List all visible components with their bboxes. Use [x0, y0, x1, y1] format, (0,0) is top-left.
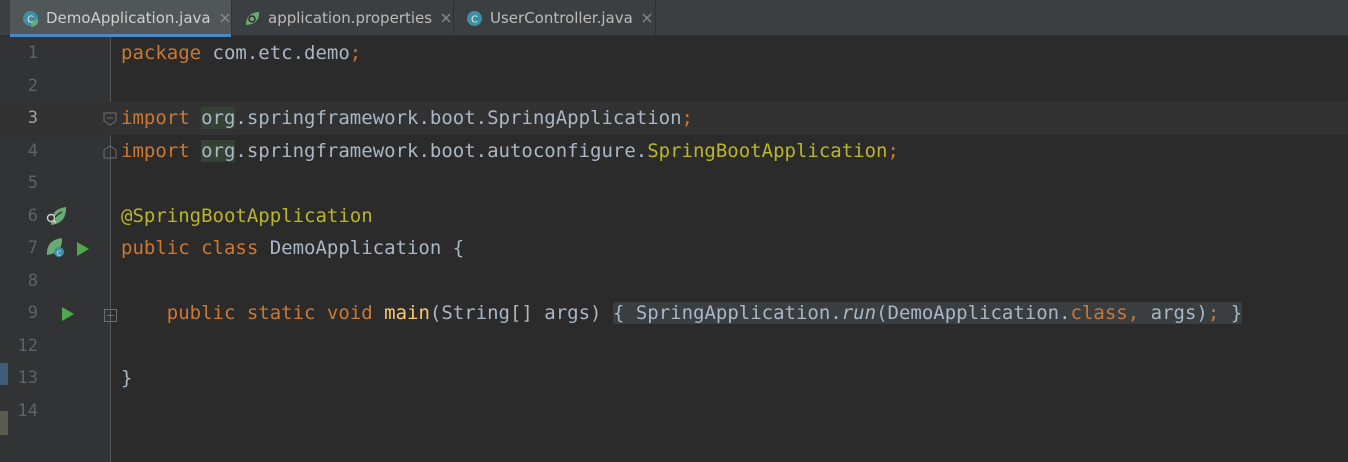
code-line[interactable]: 8 [0, 265, 1348, 298]
code-line[interactable]: 14 [0, 395, 1348, 428]
close-icon[interactable] [440, 12, 452, 24]
code-editor[interactable]: 1 package com.etc.demo; 2 3 import org.s… [0, 37, 1348, 462]
close-icon[interactable] [219, 12, 231, 24]
fold-end-icon[interactable] [103, 144, 117, 163]
editor-tab-bar: C DemoApplication.java application.prope… [0, 0, 1348, 37]
svg-text:C: C [57, 250, 62, 258]
line-code: } [121, 367, 133, 389]
folded-region[interactable]: { SpringApplication.run(DemoApplication.… [612, 302, 1243, 324]
spring-bean-search-icon[interactable] [45, 205, 67, 231]
line-number: 4 [27, 140, 38, 161]
code-line[interactable]: 9 public static void main(String[] args)… [0, 297, 1348, 330]
code-line[interactable]: 5 [0, 167, 1348, 200]
spring-run-icon[interactable]: C [45, 237, 67, 263]
line-number: 12 [17, 335, 38, 356]
line-number: 13 [17, 368, 38, 388]
code-line[interactable]: 12 [0, 330, 1348, 363]
code-line-current[interactable]: 3 import org.springframework.boot.Spring… [0, 102, 1348, 135]
code-line[interactable]: 7 C public class DemoApplication { [0, 232, 1348, 265]
fold-icon[interactable] [103, 111, 117, 130]
code-line[interactable]: 4 import org.springframework.boot.autoco… [0, 135, 1348, 168]
spring-class-icon: C [22, 10, 39, 27]
code-line[interactable]: 13 } [0, 362, 1348, 395]
code-line[interactable]: 1 package com.etc.demo; [0, 37, 1348, 70]
line-number: 6 [27, 205, 38, 226]
line-code: import org.springframework.boot.SpringAp… [121, 107, 693, 129]
tab-label: DemoApplication.java [46, 9, 211, 27]
svg-text:C: C [471, 14, 478, 25]
run-icon[interactable] [61, 306, 75, 325]
line-number: 8 [27, 270, 38, 291]
line-code: import org.springframework.boot.autoconf… [121, 139, 899, 162]
line-number: 1 [27, 43, 38, 63]
line-code: @SpringBootApplication [121, 204, 373, 227]
line-code: package com.etc.demo; [121, 42, 362, 64]
tab-user-controller[interactable]: C UserController.java [454, 0, 656, 36]
tab-application-properties[interactable]: application.properties [232, 0, 454, 36]
tab-demo-application[interactable]: C DemoApplication.java [10, 0, 232, 37]
tab-label: UserController.java [490, 9, 633, 27]
line-number: 14 [17, 400, 38, 421]
run-icon[interactable] [76, 241, 90, 260]
spring-properties-icon [244, 10, 261, 27]
line-number: 9 [27, 303, 38, 323]
code-line[interactable]: 2 [0, 70, 1348, 103]
class-icon: C [466, 10, 483, 27]
line-number: 3 [27, 108, 38, 128]
line-number: 7 [27, 238, 38, 258]
close-icon[interactable] [641, 12, 653, 24]
line-code: public class DemoApplication { [121, 237, 465, 259]
tab-label: application.properties [268, 9, 433, 27]
line-number: 5 [27, 173, 38, 193]
expand-fold-icon[interactable] [104, 307, 117, 326]
line-code: public static void main(String[] args) {… [166, 302, 1243, 324]
line-number: 2 [27, 75, 38, 96]
code-line[interactable]: 6 @SpringBootApplication [0, 200, 1348, 233]
